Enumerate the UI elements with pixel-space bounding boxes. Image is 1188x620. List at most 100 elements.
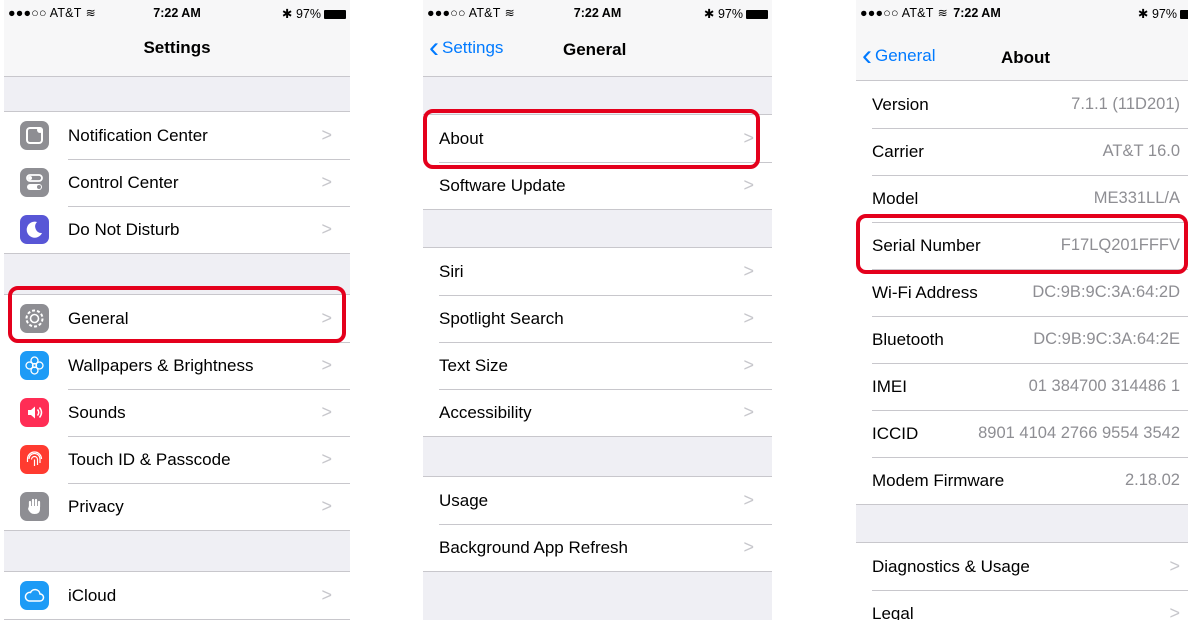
hand-icon	[20, 492, 49, 521]
row-label: Do Not Disturb	[68, 219, 180, 239]
page-title: General	[563, 40, 627, 59]
general-group-3: Usage > Background App Refresh >	[423, 476, 772, 572]
row-label: Wallpapers & Brightness	[68, 355, 254, 375]
chevron-left-icon: ‹	[429, 31, 439, 64]
about-row-wifi-address: Wi-Fi Address DC:9B:9C:3A:64:2D	[856, 269, 1188, 316]
battery: ✱ 97%	[704, 6, 768, 21]
about-row-legal[interactable]: Legal >	[856, 590, 1188, 620]
about-screen: ●●●○○ AT&T ≋ 7:22 AM ✱ 97% ‹ General Abou…	[856, 0, 1188, 620]
chevron-right-icon: >	[743, 402, 754, 422]
settings-row-do-not-disturb[interactable]: Do Not Disturb >	[4, 206, 350, 253]
battery-icon	[324, 10, 346, 19]
settings-screen: ●●●○○ AT&T ≋ 7:22 AM ✱ 97% Settings Notif…	[4, 0, 350, 620]
chevron-left-icon: ‹	[862, 39, 872, 72]
row-label: Software Update	[439, 175, 566, 195]
row-label: Modem Firmware	[872, 470, 1005, 490]
general-row-siri[interactable]: Siri >	[423, 248, 772, 295]
row-label: Text Size	[439, 355, 508, 375]
row-value: AT&T 16.0	[1102, 142, 1180, 160]
clock: 7:22 AM	[953, 6, 1001, 20]
row-value: ME331LL/A	[1093, 189, 1180, 207]
about-row-modem-firmware: Modem Firmware 2.18.02	[856, 457, 1188, 504]
general-row-software-update[interactable]: Software Update >	[423, 162, 772, 209]
page-title: About	[1001, 48, 1051, 67]
row-label: Wi-Fi Address	[872, 282, 978, 302]
row-value: DC:9B:9C:3A:64:2E	[1033, 330, 1180, 348]
chevron-right-icon: >	[321, 219, 332, 239]
about-row-iccid: ICCID 8901 4104 2766 9554 3542	[856, 410, 1188, 457]
row-value: 01 384700 314486 1	[1028, 377, 1180, 395]
chevron-right-icon: >	[1169, 556, 1180, 576]
about-links-group: Diagnostics & Usage > Legal >	[856, 542, 1188, 620]
row-value: 2.18.02	[1124, 471, 1180, 489]
row-label: IMEI	[872, 376, 907, 396]
chevron-right-icon: >	[1169, 603, 1180, 620]
chevron-right-icon: >	[743, 175, 754, 195]
settings-row-touch-id-passcode[interactable]: Touch ID & Passcode >	[4, 436, 350, 483]
general-row-spotlight-search[interactable]: Spotlight Search >	[423, 295, 772, 342]
row-label: iCloud	[68, 585, 117, 605]
row-label: Touch ID & Passcode	[68, 449, 231, 469]
settings-row-sounds[interactable]: Sounds >	[4, 389, 350, 436]
fingerprint-icon	[20, 445, 49, 474]
status-bar: ●●●○○ AT&T ≋ 7:22 AM ✱ 97%	[856, 0, 1188, 26]
back-button[interactable]: ‹ General	[862, 39, 935, 72]
chevron-right-icon: >	[321, 172, 332, 192]
row-label: Diagnostics & Usage	[872, 556, 1030, 576]
chevron-right-icon: >	[321, 125, 332, 145]
row-label: Spotlight Search	[439, 308, 564, 328]
row-value: 7.1.1 (11D201)	[1071, 95, 1180, 113]
settings-row-icloud[interactable]: iCloud >	[4, 572, 350, 619]
row-label: Privacy	[68, 496, 124, 516]
notification-center-icon	[20, 121, 49, 150]
battery-icon	[1180, 10, 1188, 19]
battery: ✱ 97%	[1138, 6, 1188, 21]
chevron-right-icon: >	[743, 537, 754, 557]
general-row-accessibility[interactable]: Accessibility >	[423, 389, 772, 436]
chevron-right-icon: >	[321, 449, 332, 469]
back-button[interactable]: ‹ Settings	[429, 31, 503, 64]
general-group-2: Siri > Spotlight Search > Text Size > Ac…	[423, 247, 772, 437]
general-screen: ●●●○○ AT&T ≋ 7:22 AM ✱ 97% ‹ Settings Gen…	[423, 0, 772, 620]
flower-icon	[20, 351, 49, 380]
about-row-imei: IMEI 01 384700 314486 1	[856, 363, 1188, 410]
bluetooth-icon: ✱	[282, 7, 293, 21]
settings-row-notification-center[interactable]: Notification Center >	[4, 112, 350, 159]
status-bar: ●●●○○ AT&T ≋ 7:22 AM ✱ 97%	[4, 0, 350, 26]
row-label: Bluetooth	[872, 329, 944, 349]
row-label: Usage	[439, 490, 489, 510]
general-row-background-app-refresh[interactable]: Background App Refresh >	[423, 524, 772, 571]
row-label: Accessibility	[439, 402, 532, 422]
battery: ✱ 97%	[282, 6, 346, 21]
row-label: Sounds	[68, 402, 126, 422]
row-label: Notification Center	[68, 125, 208, 145]
settings-row-wallpapers-brightness[interactable]: Wallpapers & Brightness >	[4, 342, 350, 389]
about-row-version: Version 7.1.1 (11D201)	[856, 81, 1188, 128]
page-title: Settings	[143, 38, 211, 57]
chevron-right-icon: >	[321, 355, 332, 375]
chevron-right-icon: >	[743, 261, 754, 281]
chevron-right-icon: >	[743, 308, 754, 328]
settings-group-3: iCloud >	[4, 571, 350, 620]
cloud-icon	[20, 581, 49, 610]
speaker-icon	[20, 398, 49, 427]
chevron-right-icon: >	[321, 402, 332, 422]
row-value: DC:9B:9C:3A:64:2D	[1032, 283, 1180, 301]
chevron-right-icon: >	[321, 496, 332, 516]
about-row-diagnostics-usage[interactable]: Diagnostics & Usage >	[856, 543, 1188, 590]
about-info-group: Version 7.1.1 (11D201) Carrier AT&T 16.0…	[856, 81, 1188, 505]
bluetooth-icon: ✱	[1138, 7, 1149, 21]
settings-row-privacy[interactable]: Privacy >	[4, 483, 350, 530]
row-label: Siri	[439, 261, 464, 281]
general-row-text-size[interactable]: Text Size >	[423, 342, 772, 389]
row-label: ICCID	[872, 423, 919, 443]
navigation-bar: ‹ General About	[856, 26, 1188, 81]
chevron-right-icon: >	[743, 355, 754, 375]
row-label: Legal	[872, 603, 914, 620]
general-highlight	[8, 286, 346, 343]
general-row-usage[interactable]: Usage >	[423, 477, 772, 524]
moon-icon	[20, 215, 49, 244]
settings-row-control-center[interactable]: Control Center >	[4, 159, 350, 206]
about-row-carrier: Carrier AT&T 16.0	[856, 128, 1188, 175]
row-label: Control Center	[68, 172, 179, 192]
